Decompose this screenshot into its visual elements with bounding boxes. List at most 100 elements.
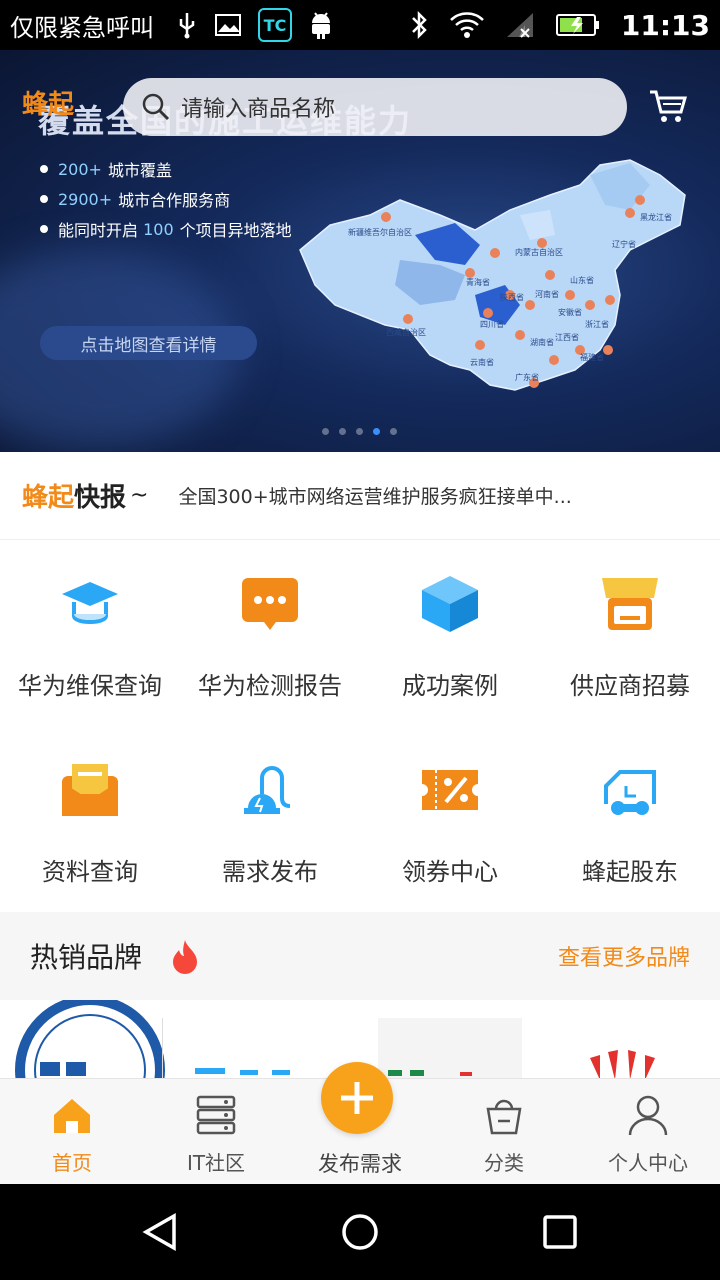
map-label: 浙江省: [585, 319, 609, 329]
carousel-dot-active[interactable]: [373, 428, 380, 435]
signal-icon: [506, 13, 533, 38]
news-ticker[interactable]: 蜂起 快报 ~ 全国300+城市网络运营维护服务疯狂接单中...: [0, 452, 720, 540]
grid-item-label: 资料查询: [42, 858, 138, 886]
system-nav-bar: [0, 1184, 720, 1280]
coupon-icon: [422, 770, 478, 810]
chat-bubble-icon: [242, 578, 298, 630]
home-circle-icon[interactable]: [340, 1212, 380, 1252]
publish-demand-label: 发布需求: [318, 1152, 402, 1176]
grid-item-huawei-warranty[interactable]: 华为维保查询: [0, 540, 180, 722]
bullet-text: 城市合作服务商: [118, 191, 231, 210]
logo-text: 蜂起: [22, 90, 75, 120]
carousel-dot[interactable]: [322, 428, 329, 435]
map-label: 山东省: [570, 275, 594, 285]
search-icon: [142, 93, 170, 121]
news-tilde: ~: [130, 483, 149, 508]
bullet-highlight: 2900+: [58, 189, 113, 209]
server-icon: [196, 1095, 236, 1135]
more-brands-link[interactable]: 查看更多品牌: [558, 940, 690, 972]
tab-it-community[interactable]: IT社区: [144, 1079, 288, 1184]
carousel-dot[interactable]: [356, 428, 363, 435]
recents-icon[interactable]: [540, 1212, 580, 1252]
back-icon[interactable]: [140, 1212, 180, 1252]
map-label: 福建省: [580, 352, 604, 362]
hot-brands-header: 热销品牌 查看更多品牌: [0, 912, 720, 1000]
bullet-row: 能同时开启 100 个项目异地落地: [40, 214, 292, 244]
map-label: 湖南省: [530, 337, 554, 347]
publish-demand-button[interactable]: [321, 1062, 393, 1134]
map-label: 四川省: [480, 319, 504, 329]
bullet-highlight: 200+: [58, 159, 102, 179]
tab-label: 首页: [52, 1151, 92, 1175]
tab-label: IT社区: [186, 1151, 246, 1175]
map-label: 内蒙古自治区: [515, 247, 563, 257]
search-placeholder: 请输入商品名称: [181, 97, 336, 122]
china-map[interactable]: 新疆维吾尔自治区 西藏自治区 内蒙古自治区 青海省 四川省 云南省 广东省 湖南…: [290, 155, 700, 395]
feature-grid: 华为维保查询 华为检测报告 成功案例 供应商招募 资料查询 需求发布 领券中心 …: [0, 540, 720, 912]
map-label: 河南省: [535, 289, 559, 299]
tab-category[interactable]: 分类: [432, 1079, 576, 1184]
grid-item-huawei-report[interactable]: 华为检测报告: [180, 540, 360, 722]
news-text[interactable]: 全国300+城市网络运营维护服务疯狂接单中...: [178, 482, 571, 509]
tab-profile[interactable]: 个人中心: [576, 1079, 720, 1184]
carousel-dot[interactable]: [339, 428, 346, 435]
bullet-row: 200+ 城市覆盖: [40, 154, 292, 184]
plus-icon: [341, 1082, 373, 1114]
vacuum-icon: [244, 766, 291, 814]
grid-item-label: 供应商招募: [570, 672, 690, 700]
flame-icon: [173, 940, 198, 974]
map-label: 江西省: [555, 332, 579, 342]
map-label: 广东省: [515, 372, 539, 382]
carousel-dot[interactable]: [390, 428, 397, 435]
grid-item-label: 成功案例: [402, 672, 498, 700]
grid-item-label: 蜂起股东: [582, 858, 678, 886]
wifi-icon: [449, 12, 484, 38]
tab-label: 个人中心: [608, 1151, 688, 1175]
bullet-text: 个项目异地落地: [179, 221, 292, 240]
banner-bullets: 200+ 城市覆盖 2900+ 城市合作服务商 能同时开启 100 个项目异地落地: [40, 154, 292, 244]
cart-icon[interactable]: [648, 86, 688, 126]
basket-icon: [486, 1099, 522, 1135]
grid-item-coupon-center[interactable]: 领券中心: [360, 726, 540, 908]
bullet-text: 城市覆盖: [107, 161, 172, 180]
grid-item-docs-query[interactable]: 资料查询: [0, 726, 180, 908]
envelope-icon: [62, 764, 118, 816]
grid-item-success-cases[interactable]: 成功案例: [360, 540, 540, 722]
news-brand-suffix: 快报: [74, 483, 127, 513]
android-icon: [312, 12, 330, 39]
tc-app-icon: TC: [258, 8, 292, 42]
map-detail-button[interactable]: 点击地图查看详情: [40, 326, 257, 360]
image-icon: [215, 14, 241, 36]
map-label: 新疆维吾尔自治区: [348, 227, 412, 237]
battery-icon: [555, 14, 599, 36]
bluetooth-icon: [411, 10, 427, 40]
hot-brands-title: 热销品牌: [30, 941, 143, 974]
graduation-cap-icon: [62, 582, 118, 624]
tab-home[interactable]: 首页: [0, 1079, 144, 1184]
grid-item-publish-demand[interactable]: 需求发布: [180, 726, 360, 908]
bullet-row: 2900+ 城市合作服务商: [40, 184, 292, 214]
map-label: 青海省: [466, 277, 490, 287]
bullet-highlight: 100: [143, 219, 174, 239]
map-label: 安徽省: [558, 307, 582, 317]
map-label: 黑龙江省: [640, 212, 672, 222]
cube-icon: [422, 576, 478, 632]
tc-app-label: TC: [263, 15, 287, 35]
map-label: 西藏自治区: [386, 327, 426, 337]
map-label: 陕西省: [500, 292, 524, 302]
grid-item-label: 领券中心: [402, 858, 498, 886]
carousel-indicator[interactable]: [322, 428, 397, 435]
grid-item-shareholder[interactable]: 蜂起股东: [540, 726, 720, 908]
promo-banner[interactable]: 覆盖全国的施工运维能力 蜂起 请输入商品名称 200+城市覆盖 2900+城市合…: [0, 50, 720, 452]
search-input[interactable]: 请输入商品名称: [123, 78, 627, 136]
map-label: 辽宁省: [612, 239, 636, 249]
grid-item-label: 华为检测报告: [198, 672, 342, 700]
person-icon: [628, 1095, 668, 1136]
storefront-icon: [602, 578, 658, 630]
grid-item-label: 华为维保查询: [18, 672, 162, 700]
map-label: 云南省: [470, 357, 494, 367]
carrier-text: 仅限紧急呼叫: [10, 13, 154, 42]
usb-icon: [179, 13, 195, 39]
grid-item-supplier-recruit[interactable]: 供应商招募: [540, 540, 720, 722]
tab-label: 分类: [484, 1151, 524, 1175]
